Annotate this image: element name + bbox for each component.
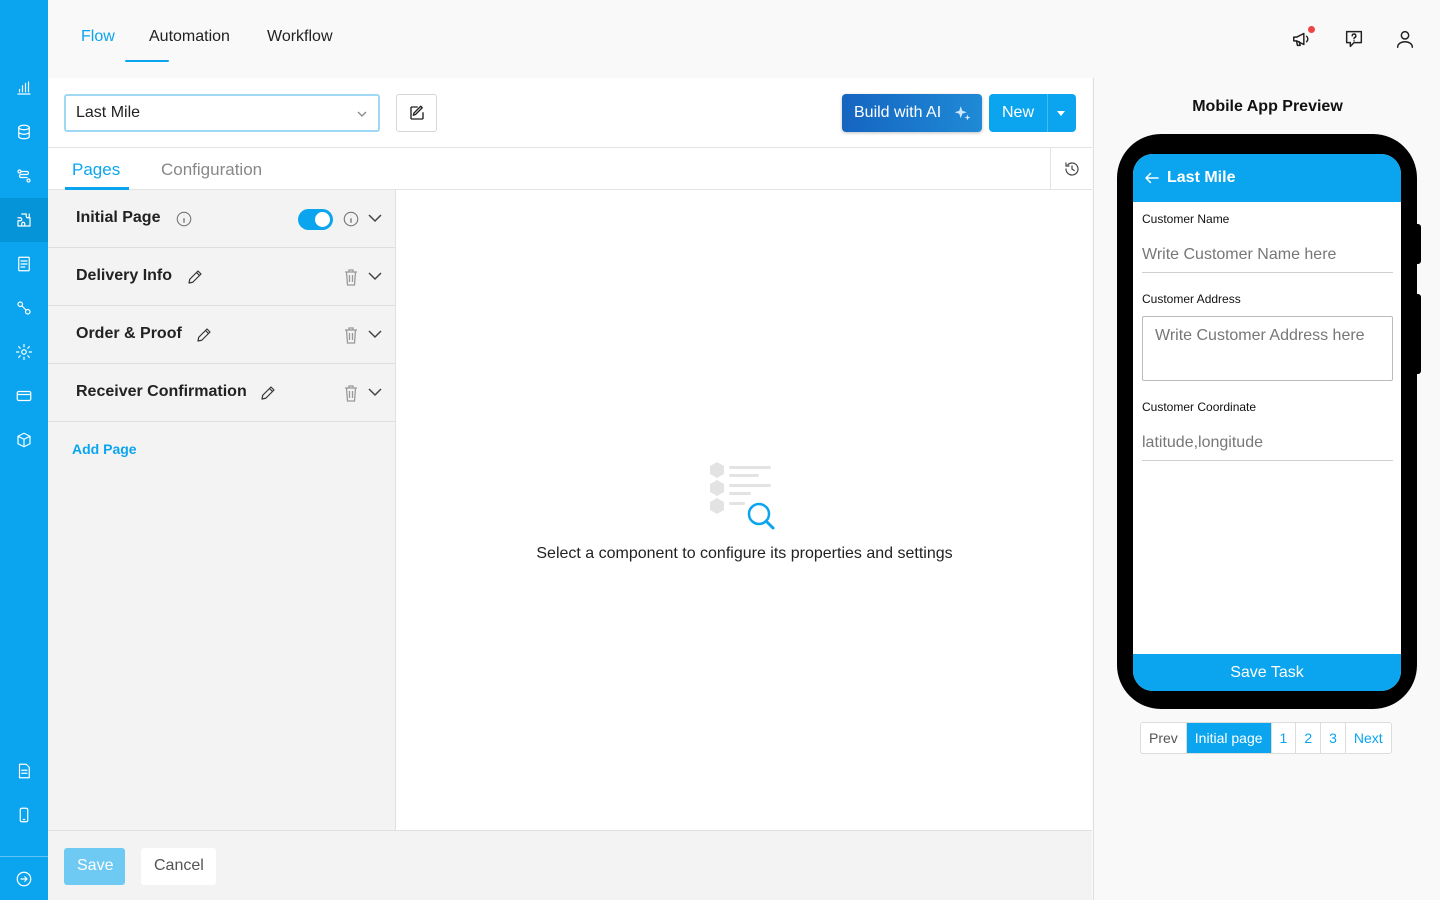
pencil-icon[interactable] <box>195 326 213 344</box>
editor-subtabs: Pages Configuration <box>48 148 1092 190</box>
chevron-down-icon <box>357 111 367 117</box>
pages-list: Initial Page Delivery Info Order & Proof… <box>48 190 396 830</box>
tab-configuration[interactable]: Configuration <box>161 160 262 180</box>
info-icon[interactable] <box>342 210 360 228</box>
pager-next[interactable]: Next <box>1346 723 1391 753</box>
pencil-icon[interactable] <box>259 384 277 402</box>
trash-icon[interactable] <box>343 326 359 344</box>
save-button[interactable]: Save <box>64 848 125 885</box>
empty-search-icon <box>710 462 775 530</box>
editor-toolbar: Last Mile Build with AI New <box>48 78 1092 148</box>
page-enabled-toggle[interactable] <box>298 209 333 230</box>
chevron-down-icon[interactable] <box>368 213 382 223</box>
page-name: Receiver Confirmation <box>76 383 247 400</box>
new-button-split <box>1047 94 1048 132</box>
app-title: Last Mile <box>1167 169 1236 186</box>
preview-pagination: Prev Initial page 1 2 3 Next <box>1140 722 1392 754</box>
build-with-ai-label: Build with AI <box>854 104 942 121</box>
settings-icon[interactable] <box>12 340 36 364</box>
page-name: Delivery Info <box>76 267 173 284</box>
integration-icon[interactable] <box>12 296 36 320</box>
plugin-icon[interactable] <box>12 208 36 232</box>
page-row-receiver-confirmation[interactable]: Receiver Confirmation <box>48 364 396 422</box>
pager-page-1[interactable]: 1 <box>1272 723 1297 753</box>
empty-state-message: Select a component to configure its prop… <box>536 545 953 562</box>
back-arrow-icon[interactable] <box>1143 169 1161 187</box>
page-name: Initial Page <box>76 209 161 226</box>
pager-page-3[interactable]: 3 <box>1321 723 1346 753</box>
flow-select[interactable]: Last Mile <box>64 94 380 132</box>
field-label: Customer Coordinate <box>1142 400 1257 414</box>
build-with-ai-button[interactable]: Build with AI <box>842 94 982 132</box>
tab-flow[interactable]: Flow <box>81 28 115 46</box>
database-icon[interactable] <box>12 120 36 144</box>
info-icon[interactable] <box>175 210 193 228</box>
chevron-down-icon[interactable] <box>368 329 382 339</box>
pencil-icon[interactable] <box>186 268 204 286</box>
save-task-button[interactable]: Save Task <box>1133 654 1401 691</box>
chevron-down-icon[interactable] <box>368 271 382 281</box>
tab-active-underline <box>125 60 169 62</box>
cancel-button[interactable]: Cancel <box>141 848 216 885</box>
pager-prev[interactable]: Prev <box>1141 723 1187 753</box>
edit-icon <box>409 105 424 120</box>
field-label: Customer Name <box>1142 212 1230 226</box>
sparkle-icon <box>954 106 971 121</box>
phone-side-button <box>1415 294 1421 374</box>
flow-icon[interactable] <box>12 164 36 188</box>
flow-select-value: Last Mile <box>76 104 141 121</box>
left-sidebar <box>0 0 48 900</box>
editor-footer: Save Cancel <box>48 830 1092 900</box>
new-button[interactable]: New <box>989 94 1076 132</box>
customer-coordinate-input[interactable]: latitude,longitude <box>1142 434 1393 461</box>
top-navigation: Flow Automation Workflow <box>48 0 1440 78</box>
customer-address-textarea[interactable]: Write Customer Address here <box>1142 316 1393 381</box>
user-icon[interactable] <box>1394 28 1416 50</box>
trash-icon[interactable] <box>343 384 359 402</box>
sidebar-divider <box>0 856 48 857</box>
report-icon[interactable] <box>12 252 36 276</box>
pager-page-2[interactable]: 2 <box>1296 723 1322 753</box>
page-row-order-proof[interactable]: Order & Proof <box>48 306 396 364</box>
chevron-down-icon[interactable] <box>368 387 382 397</box>
trash-icon[interactable] <box>343 268 359 286</box>
analytics-icon[interactable] <box>12 76 36 100</box>
caret-down-icon[interactable] <box>1057 111 1065 116</box>
phone-frame: Last Mile Customer Name Write Customer N… <box>1117 134 1421 709</box>
component-canvas: Select a component to configure its prop… <box>397 190 1092 830</box>
billing-icon[interactable] <box>12 384 36 408</box>
toggle-knob <box>315 212 330 227</box>
phone-screen: Last Mile Customer Name Write Customer N… <box>1133 154 1401 691</box>
flow-editor: Last Mile Build with AI New Pages Config… <box>48 78 1092 900</box>
new-label: New <box>1002 104 1035 121</box>
page-name: Order & Proof <box>76 325 182 342</box>
tab-workflow[interactable]: Workflow <box>267 28 333 46</box>
package-icon[interactable] <box>12 428 36 452</box>
add-page-link[interactable]: Add Page <box>72 441 137 457</box>
page-row-initial[interactable]: Initial Page <box>48 190 396 248</box>
field-label: Customer Address <box>1142 292 1241 306</box>
notification-dot <box>1308 26 1315 33</box>
page-row-delivery-info[interactable]: Delivery Info <box>48 248 396 306</box>
mobile-preview-panel: Mobile App Preview Last Mile Customer Na… <box>1093 78 1440 900</box>
app-header: Last Mile <box>1133 154 1401 202</box>
tab-automation[interactable]: Automation <box>149 28 230 46</box>
history-icon <box>1064 162 1079 176</box>
document-icon[interactable] <box>12 759 36 783</box>
history-button[interactable] <box>1050 148 1092 190</box>
logout-icon[interactable] <box>12 867 36 891</box>
edit-flow-button[interactable] <box>396 94 437 132</box>
mobile-icon[interactable] <box>12 803 36 827</box>
pager-initial-page[interactable]: Initial page <box>1186 723 1272 753</box>
tab-pages[interactable]: Pages <box>72 160 120 180</box>
preview-title: Mobile App Preview <box>1192 98 1343 115</box>
phone-side-button <box>1415 224 1421 264</box>
customer-name-input[interactable]: Write Customer Name here <box>1142 246 1393 273</box>
help-chat-icon[interactable] <box>1343 28 1365 50</box>
